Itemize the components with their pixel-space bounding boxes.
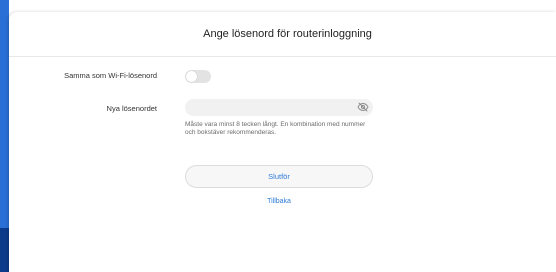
new-password-label: Nya lösenordet xyxy=(106,104,157,113)
screen: Ange lösenord för routerinloggning Samma… xyxy=(0,0,556,272)
finish-button[interactable]: Slutför xyxy=(185,165,373,188)
password-hint: Måste vara minst 8 tecken långt. En komb… xyxy=(185,121,366,136)
router-password-dialog: Ange lösenord för routerinloggning xyxy=(9,12,556,272)
page-title: Ange lösenord för routerinloggning xyxy=(203,28,372,40)
new-password-field[interactable] xyxy=(185,99,373,116)
same-as-wifi-label: Samma som Wi-Fi-lösenord xyxy=(64,71,157,80)
dialog-header: Ange lösenord för routerinloggning xyxy=(9,12,556,57)
toggle-knob xyxy=(186,71,197,82)
desktop-background-edge-dark xyxy=(0,228,9,272)
back-link[interactable]: Tillbaka xyxy=(185,198,373,205)
same-as-wifi-toggle[interactable] xyxy=(185,70,211,83)
eye-off-icon[interactable] xyxy=(357,101,369,113)
